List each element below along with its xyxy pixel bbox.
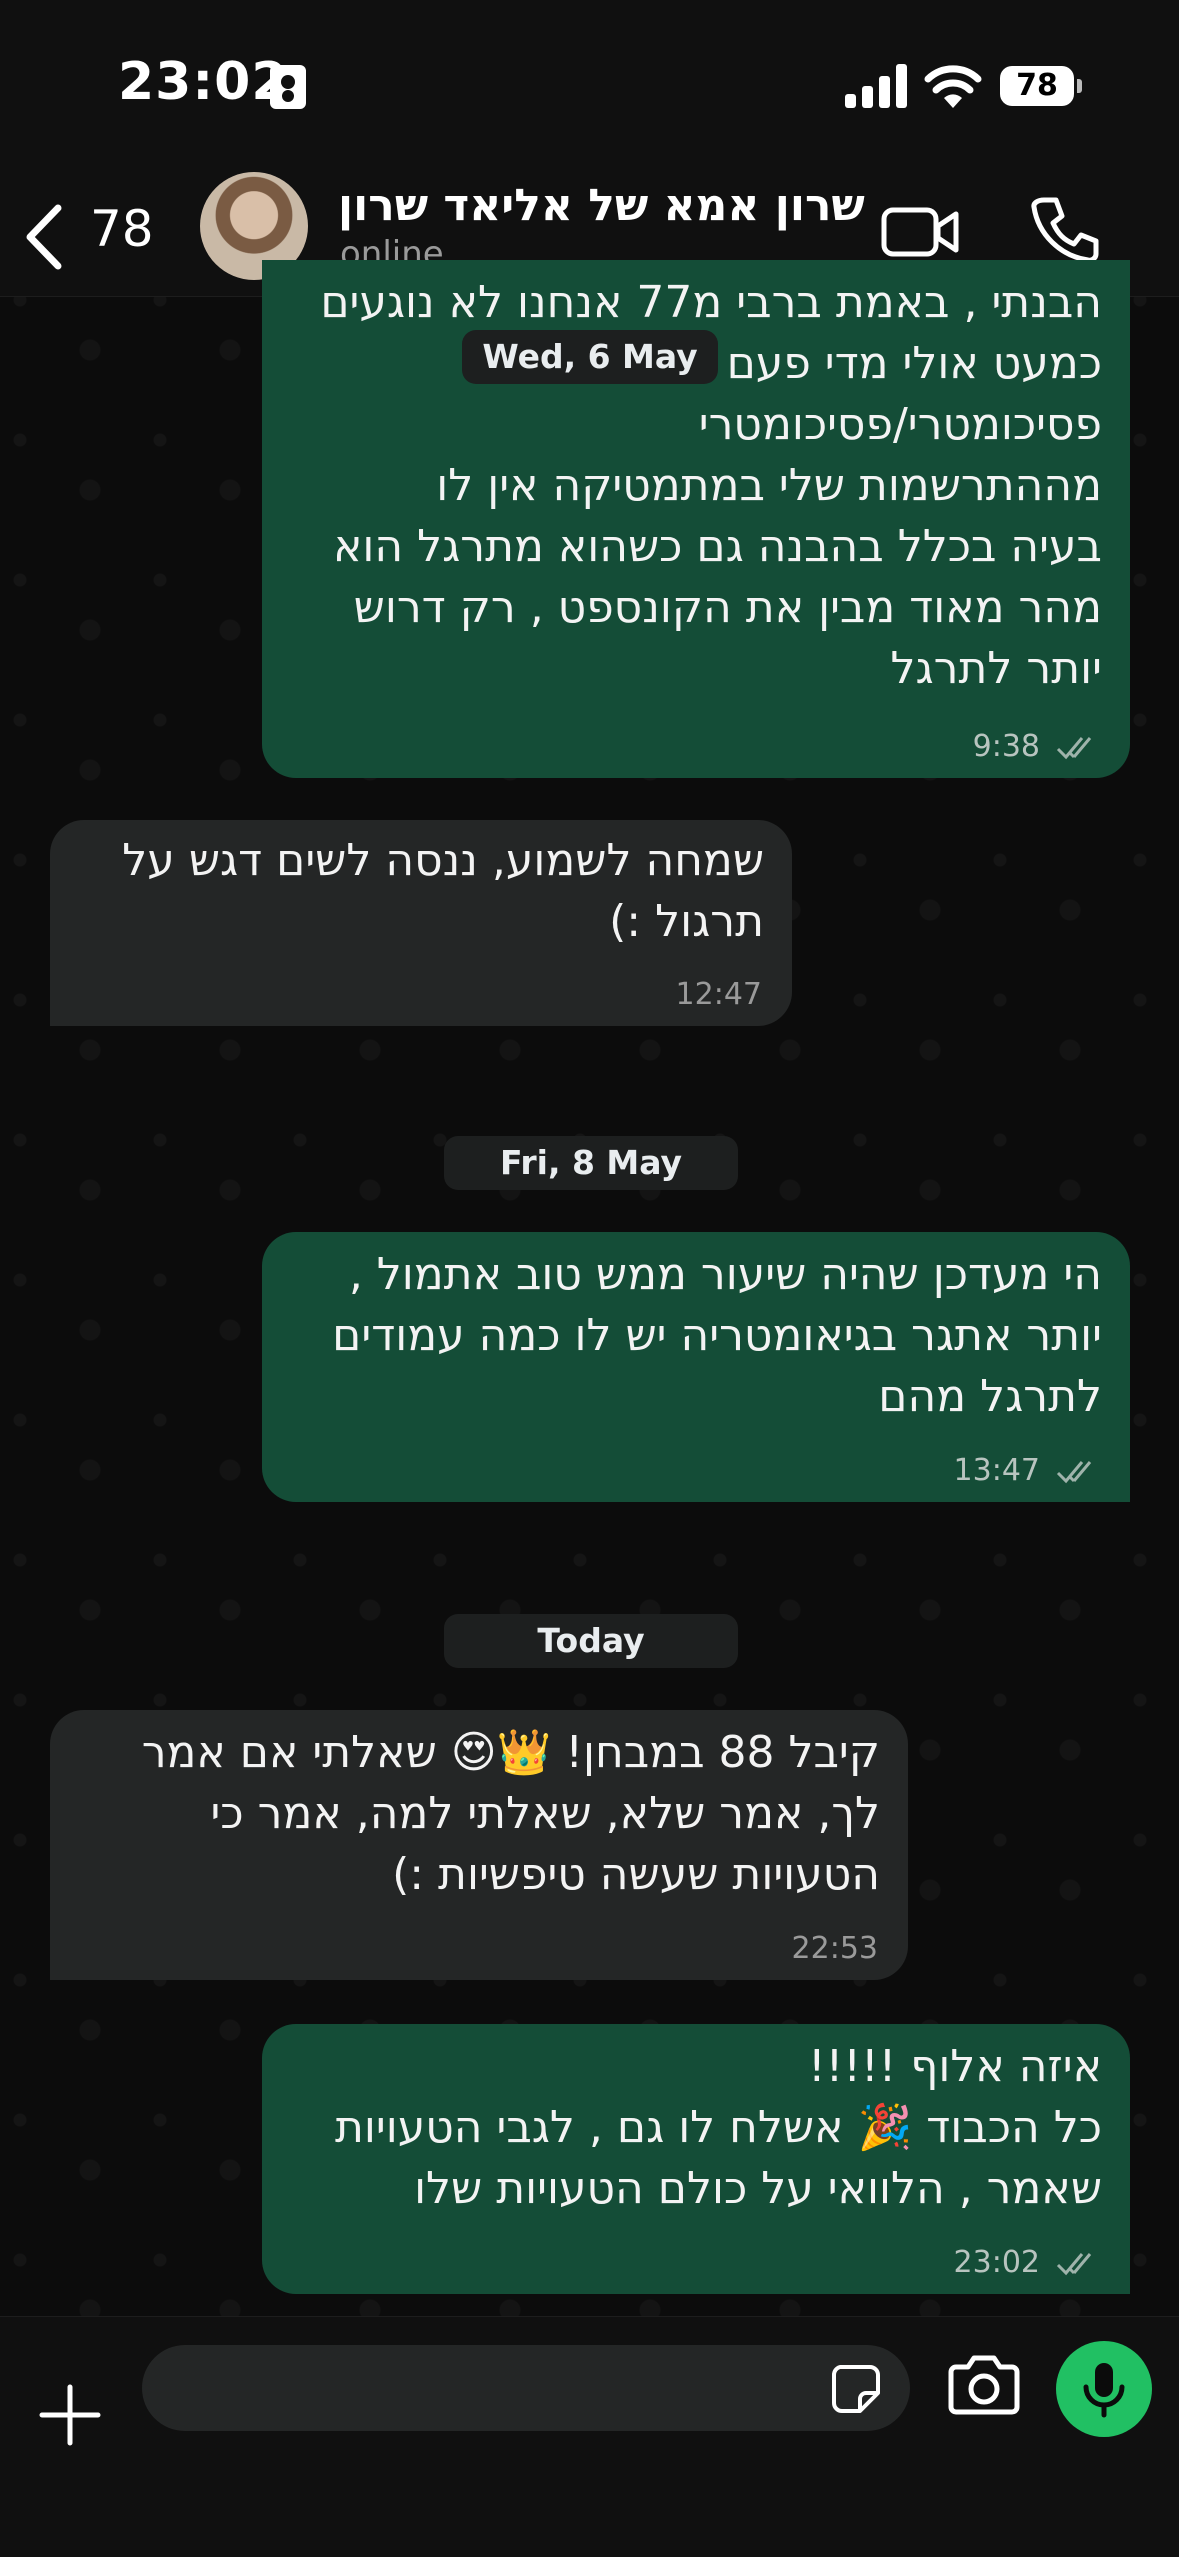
message-text: קיבל 88 במבחן! 👑😍 שאלתי אם אמר לך, אמר ש… [141, 1727, 880, 1900]
chevron-left-icon [26, 204, 62, 270]
message-time: 22:53 [791, 1931, 878, 1966]
status-bar: 23:02 78 [0, 0, 1179, 170]
video-call-icon[interactable] [880, 196, 960, 266]
contact-name[interactable]: שרון אמא של אליאד שרון [338, 180, 865, 231]
battery-indicator: 78 [1000, 66, 1082, 106]
message-time: 23:02 [953, 2245, 1040, 2280]
message-bubble-incoming[interactable]: שמחה לשמוע, ננסה לשים דגש על תרגול :) 12… [50, 820, 792, 1026]
message-time: 13:47 [953, 1453, 1040, 1488]
camera-icon[interactable] [948, 2353, 1020, 2415]
unread-count: 78 [90, 200, 154, 258]
sticker-icon[interactable] [830, 2363, 882, 2415]
date-separator: Today [444, 1614, 738, 1668]
microphone-button[interactable] [1056, 2341, 1152, 2437]
microphone-icon [1083, 2363, 1125, 2418]
cellular-signal-icon [845, 62, 907, 108]
message-input[interactable] [142, 2345, 910, 2431]
message-time: 9:38 [972, 729, 1040, 764]
double-check-icon [1056, 737, 1092, 760]
message-text: שמחה לשמוע, ננסה לשים דגש על תרגול :) [122, 835, 764, 947]
back-button[interactable]: 78 [22, 192, 162, 272]
message-bubble-outgoing[interactable]: הי מעדכן שהיה שיעור ממש טוב אתמול , יותר… [262, 1232, 1130, 1502]
message-bubble-outgoing[interactable]: איזה אלוף !!!!! כל הכבוד 🎉 אשלח לו גם , … [262, 2024, 1130, 2294]
contact-card-icon [270, 65, 306, 109]
double-check-icon [1056, 2253, 1092, 2276]
double-check-icon [1056, 1461, 1092, 1484]
wifi-icon [924, 65, 982, 108]
message-text: איזה אלוף !!!!! כל הכבוד 🎉 אשלח לו גם , … [334, 2041, 1102, 2214]
phone-icon[interactable] [1030, 194, 1100, 264]
plus-icon[interactable] [38, 2383, 102, 2447]
date-separator: Wed, 6 May [462, 330, 718, 384]
compose-bar [0, 2316, 1179, 2557]
message-time: 12:47 [675, 977, 762, 1012]
date-separator: Fri, 8 May [444, 1136, 738, 1190]
status-time: 23:02 [118, 52, 289, 112]
message-text: הי מעדכן שהיה שיעור ממש טוב אתמול , יותר… [332, 1249, 1102, 1422]
message-bubble-incoming[interactable]: קיבל 88 במבחן! 👑😍 שאלתי אם אמר לך, אמר ש… [50, 1710, 908, 1980]
